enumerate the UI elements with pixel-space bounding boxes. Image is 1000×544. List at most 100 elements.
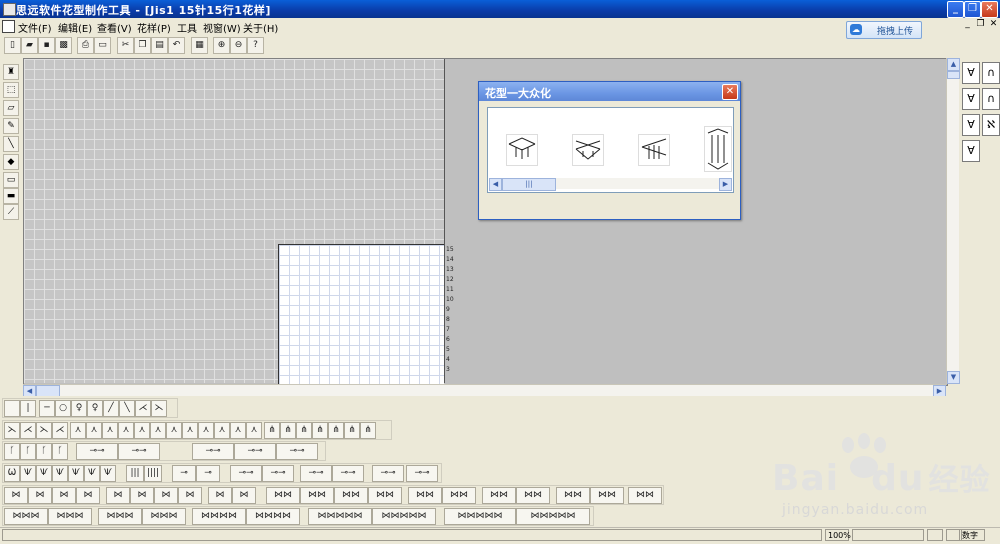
stitch-cdd-icon[interactable]: ⋏ [86, 422, 102, 439]
stitch-cable-icon[interactable]: ⊸⊸ [406, 465, 438, 482]
stitch-multi-icon[interactable]: ||| [126, 465, 144, 482]
stitch-cross-cable-icon[interactable]: ⋈⋈ [368, 487, 402, 504]
stitch-right-lean-icon[interactable]: ╱ [103, 400, 119, 417]
zoom-out-icon[interactable]: ⊖ [230, 37, 247, 54]
mdi-minimize-button[interactable]: _ [962, 19, 973, 30]
stitch-cross-cable-icon[interactable]: ⋈ [52, 487, 76, 504]
grid-icon[interactable]: ▦ [191, 37, 208, 54]
dialog-horizontal-scrollbar[interactable]: ◀ ||| ▶ [489, 178, 732, 191]
stitch-wide-cable-icon[interactable]: ⋈⋈⋈⋈⋈ [444, 508, 516, 525]
stitch-cross-cable-icon[interactable]: ⋈ [130, 487, 154, 504]
menu-about[interactable]: 关于(H) [243, 20, 278, 35]
stitch-decrease-icon[interactable]: ⋋ [4, 422, 20, 439]
stitch-cdd-icon[interactable]: ⋏ [102, 422, 118, 439]
stitch-cross-icon[interactable]: ⋔ [312, 422, 328, 439]
menu-view[interactable]: 查看(V) [97, 20, 132, 35]
paste-icon[interactable]: ▤ [151, 37, 168, 54]
stitch-cross-cable-icon[interactable]: ⋈⋈ [482, 487, 516, 504]
stitch-cable-icon[interactable]: ⊸ [196, 465, 220, 482]
scroll-down-icon[interactable]: ▼ [947, 371, 960, 384]
stitch-twist-icon[interactable]: ♀ [87, 400, 103, 417]
print-icon[interactable]: ⎙ [77, 37, 94, 54]
pattern-thumbnail[interactable] [638, 134, 670, 166]
stitch-cable-icon[interactable]: ⊸⊸ [76, 443, 118, 460]
stitch-yarnover-icon[interactable]: ○ [55, 400, 71, 417]
stitch-cross-cable-icon[interactable]: ⋈ [208, 487, 232, 504]
rectangle-icon[interactable]: ▭ [3, 172, 19, 188]
stitch-wide-cable-icon[interactable]: ⋈⋈⋈⋈ [246, 508, 300, 525]
upload-button[interactable]: ☁ 拖拽上传 [846, 21, 922, 39]
stitch-cross-cable-icon[interactable]: ⋈⋈ [556, 487, 590, 504]
stitch-cross-cable-icon[interactable]: ⋈⋈ [442, 487, 476, 504]
stitch-cluster-icon[interactable]: Ѱ [84, 465, 100, 482]
stitch-tuck-icon[interactable]: ᚴ [52, 443, 68, 460]
mdi-restore-button[interactable]: ❐ [975, 19, 986, 30]
stitch-cross-icon[interactable]: ⋔ [296, 422, 312, 439]
menu-edit[interactable]: 编辑(E) [58, 20, 92, 35]
stitch-wide-cable-icon[interactable]: ⋈⋈⋈ [48, 508, 92, 525]
menu-window[interactable]: 视窗(W) [203, 20, 241, 35]
save-icon[interactable]: ▪ [38, 37, 55, 54]
stitch-cluster-icon[interactable]: Ѡ [4, 465, 20, 482]
stitch-cable-icon[interactable]: ⊸⊸ [118, 443, 160, 460]
stitch-cross-icon[interactable]: ⋔ [280, 422, 296, 439]
stitch-cdd-icon[interactable]: ⋏ [230, 422, 246, 439]
stitch-cdd-icon[interactable]: ⋏ [166, 422, 182, 439]
stitch-cross-cable-icon[interactable]: ⋈ [4, 487, 28, 504]
title-bar[interactable]: 思远软件花型制作工具 - [Jis1 15针15行1花样] _ ❐ ✕ [0, 0, 1000, 18]
stitch-cdd-icon[interactable]: ⋏ [134, 422, 150, 439]
stitch-wide-cable-icon[interactable]: ⋈⋈⋈ [98, 508, 142, 525]
pattern-thumbnail[interactable] [572, 134, 604, 166]
fill-bucket-icon[interactable]: ◆ [3, 154, 19, 170]
stitch-cdd-icon[interactable]: ⋏ [198, 422, 214, 439]
stitch-cdd-icon[interactable]: ⋏ [70, 422, 86, 439]
stitch-blank-icon[interactable] [4, 400, 20, 417]
maximize-button[interactable]: ❐ [964, 1, 981, 18]
stitch-ssk-icon[interactable]: ⋋ [151, 400, 167, 417]
stitch-cross-cable-icon[interactable]: ⋈⋈ [300, 487, 334, 504]
menu-tools[interactable]: 工具 [177, 20, 197, 35]
stitch-cluster-icon[interactable]: Ѱ [52, 465, 68, 482]
stitch-loop-icon[interactable]: ℵ [982, 114, 1000, 136]
line-icon[interactable]: ╲ [3, 136, 19, 152]
menu-pattern[interactable]: 花样(P) [137, 20, 171, 35]
stitch-cross-icon[interactable]: ⋔ [360, 422, 376, 439]
stitch-bobble-icon[interactable]: ♀ [71, 400, 87, 417]
stitch-wide-cable-icon[interactable]: ⋈⋈⋈ [142, 508, 186, 525]
minimize-button[interactable]: _ [947, 1, 964, 18]
print-preview-icon[interactable]: ▭ [94, 37, 111, 54]
pattern-thumbnail[interactable] [506, 134, 538, 166]
stitch-cross-icon[interactable]: ⋔ [328, 422, 344, 439]
horizontal-scrollbar[interactable]: ◀ ▶ [23, 384, 946, 398]
stitch-tuck-icon[interactable]: ᚴ [36, 443, 52, 460]
stitch-wide-cable-icon[interactable]: ⋈⋈⋈⋈⋈ [308, 508, 372, 525]
stitch-k2tog-icon[interactable]: ⋌ [135, 400, 151, 417]
stitch-decrease-icon[interactable]: ⋌ [52, 422, 68, 439]
eraser-icon[interactable]: ▱ [3, 100, 19, 116]
cut-icon[interactable]: ✂ [117, 37, 134, 54]
stitch-cross-cable-icon[interactable]: ⋈ [76, 487, 100, 504]
stitch-cdd-icon[interactable]: ⋏ [182, 422, 198, 439]
stitch-wide-cable-icon[interactable]: ⋈⋈⋈⋈ [192, 508, 246, 525]
stitch-cable-icon[interactable]: ⊸⊸ [262, 465, 294, 482]
stitch-cross-icon[interactable]: ⋔ [264, 422, 280, 439]
dropper-icon[interactable]: ⟋ [3, 204, 19, 220]
stitch-cluster-icon[interactable]: Ѱ [36, 465, 52, 482]
dialog-scroll-right-icon[interactable]: ▶ [719, 178, 732, 191]
stitch-cross-cable-icon[interactable]: ⋈ [232, 487, 256, 504]
copy-icon[interactable]: ❐ [134, 37, 151, 54]
stitch-cable-icon[interactable]: ⊸⊸ [276, 443, 318, 460]
select-rect-icon[interactable]: ⬚ [3, 82, 19, 98]
stitch-cdd-icon[interactable]: ⋏ [246, 422, 262, 439]
help-cursor-icon[interactable]: ? [247, 37, 264, 54]
document-icon[interactable] [2, 20, 15, 33]
mdi-close-button[interactable]: ✕ [988, 19, 999, 30]
save-all-icon[interactable]: ▩ [55, 37, 72, 54]
stitch-arch-icon[interactable]: ∩ [982, 62, 1000, 84]
stitch-cross-cable-icon[interactable]: ⋈⋈ [408, 487, 442, 504]
stitch-wide-cable-icon[interactable]: ⋈⋈⋈⋈⋈ [516, 508, 590, 525]
stitch-multi-icon[interactable]: |||| [144, 465, 162, 482]
stitch-cross-cable-icon[interactable]: ⋈ [28, 487, 52, 504]
stitch-cross-cable-icon[interactable]: ⋈ [178, 487, 202, 504]
open-folder-icon[interactable]: ▰ [21, 37, 38, 54]
